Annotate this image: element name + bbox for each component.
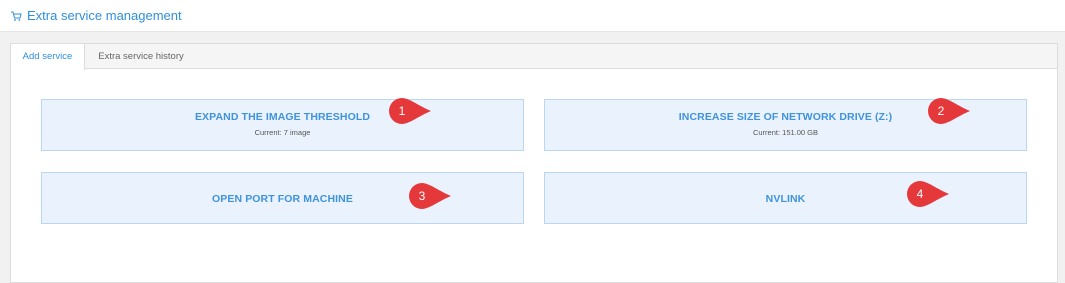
marker-badge-4: 4 bbox=[907, 181, 949, 207]
cart-icon bbox=[11, 11, 22, 21]
card-subtitle: Current: 7 image bbox=[254, 128, 311, 137]
marker-badge-3: 3 bbox=[409, 183, 451, 209]
marker-number: 4 bbox=[916, 187, 924, 201]
marker-number: 2 bbox=[937, 104, 945, 118]
expand-image-threshold-button[interactable]: EXPAND THE IMAGE THRESHOLD Current: 7 im… bbox=[41, 99, 524, 151]
page-title: Extra service management bbox=[27, 8, 182, 23]
tab-add-service[interactable]: Add service bbox=[11, 44, 85, 70]
service-panel: Add service Extra service history EXPAND… bbox=[10, 43, 1058, 283]
page-header: Extra service management bbox=[0, 0, 1065, 32]
tab-extra-service-history[interactable]: Extra service history bbox=[85, 44, 197, 69]
card-title: NVLINK bbox=[765, 193, 806, 205]
nvlink-button[interactable]: NVLINK bbox=[544, 172, 1027, 224]
tab-bar: Add service Extra service history bbox=[11, 44, 1057, 70]
open-port-button[interactable]: OPEN PORT FOR MACHINE bbox=[41, 172, 524, 224]
marker-badge-2: 2 bbox=[928, 98, 970, 124]
marker-badge-1: 1 bbox=[389, 98, 431, 124]
marker-number: 1 bbox=[398, 104, 406, 118]
card-title: EXPAND THE IMAGE THRESHOLD bbox=[194, 111, 371, 123]
marker-number: 3 bbox=[418, 189, 426, 203]
card-subtitle: Current: 151.00 GB bbox=[752, 128, 819, 137]
